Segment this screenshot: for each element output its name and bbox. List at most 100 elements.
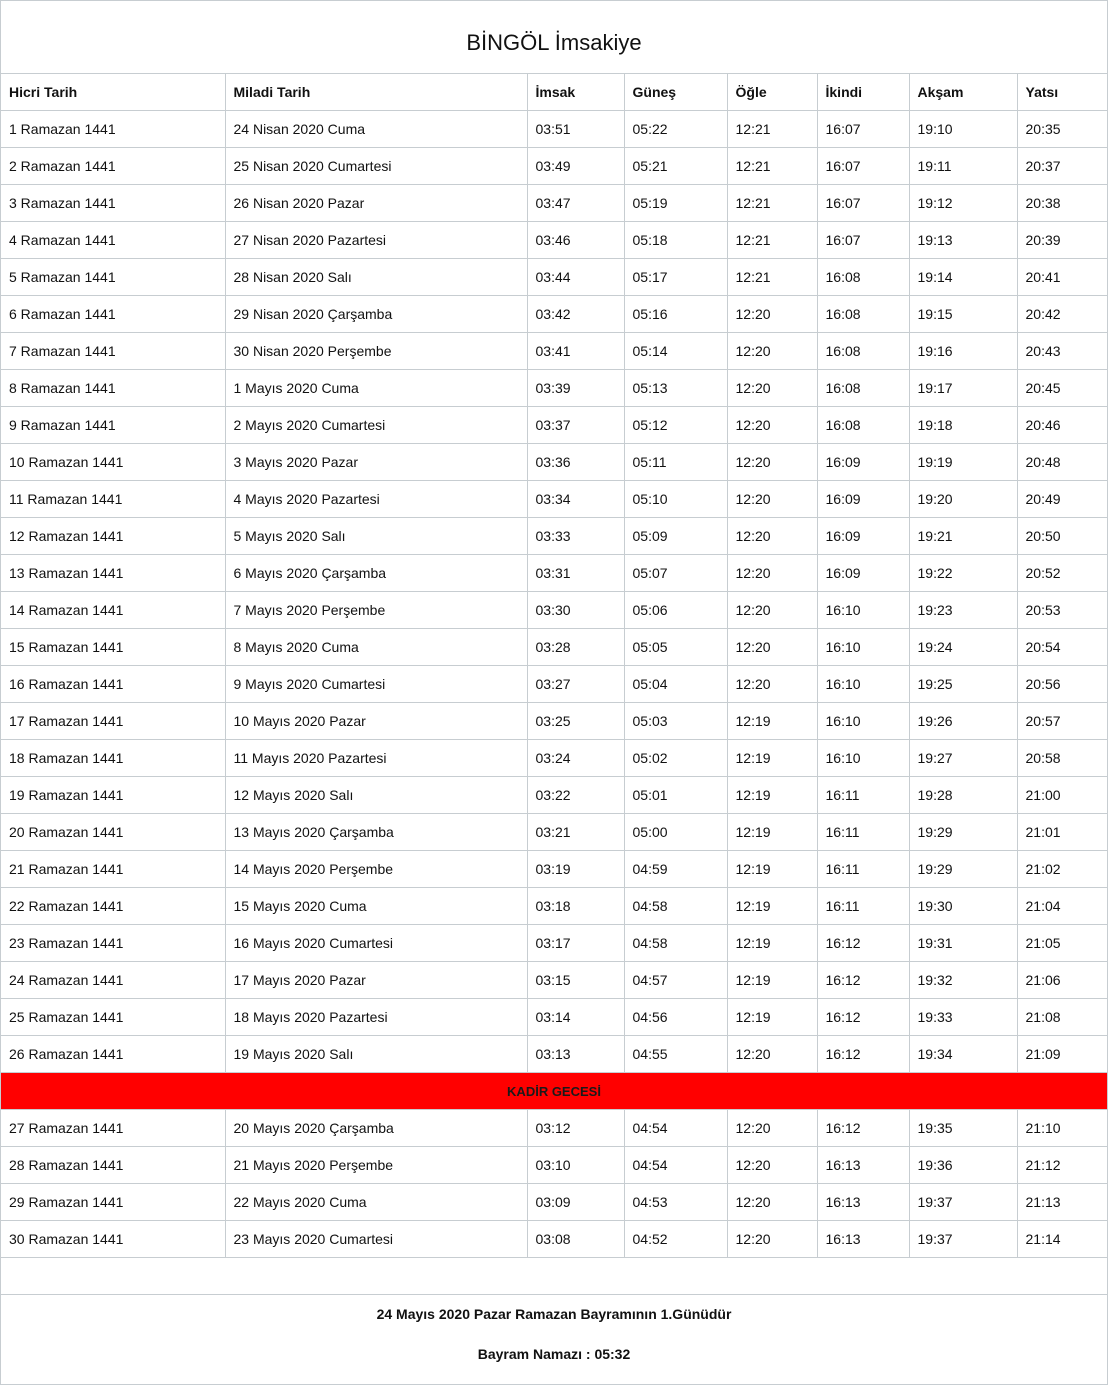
table-cell: 12 Mayıs 2020 Salı — [225, 776, 528, 814]
table-cell: 30 Ramazan 1441 — [1, 1220, 226, 1258]
table-cell: 22 Ramazan 1441 — [1, 887, 226, 925]
table-row: 23 Ramazan 1441 16 Mayıs 2020 Cumartesi 03… — [1, 924, 1107, 962]
table-cell: 1 Ramazan 1441 — [1, 110, 226, 148]
table-cell: 05:09 — [624, 517, 728, 555]
table-cell: 15 Ramazan 1441 — [1, 628, 226, 666]
table-cell: 03:08 — [527, 1220, 625, 1258]
table-cell: 19:25 — [909, 665, 1018, 703]
table-cell: 19:14 — [909, 258, 1018, 296]
table-cell: 11 Mayıs 2020 Pazartesi — [225, 739, 528, 777]
column-header-miladi: Miladi Tarih — [225, 74, 528, 111]
table-cell: 2 Ramazan 1441 — [1, 147, 226, 185]
table-row: 27 Ramazan 1441 20 Mayıs 2020 Çarşamba 03:… — [1, 1109, 1107, 1147]
table-cell: 19:27 — [909, 739, 1018, 777]
table-cell: 04:55 — [624, 1035, 728, 1073]
kadir-gecesi-row: KADİR GECESİ — [1, 1072, 1107, 1110]
table-cell: 23 Mayıs 2020 Cumartesi — [225, 1220, 528, 1258]
table-cell: 19:26 — [909, 702, 1018, 740]
table-cell: 12:21 — [727, 147, 818, 185]
table-cell: 12:20 — [727, 369, 818, 407]
table-cell: 12:20 — [727, 295, 818, 333]
table-cell: 20:45 — [1017, 369, 1107, 407]
table-cell: 03:14 — [527, 998, 625, 1036]
table-cell: 04:53 — [624, 1183, 728, 1221]
table-cell: 21:04 — [1017, 887, 1107, 925]
table-row: 30 Ramazan 1441 23 Mayıs 2020 Cumartesi 03… — [1, 1220, 1107, 1258]
table-cell: 12:21 — [727, 184, 818, 222]
table-cell: 6 Ramazan 1441 — [1, 295, 226, 333]
table-row: 17 Ramazan 1441 10 Mayıs 2020 Pazar 03:25 0… — [1, 702, 1107, 740]
table-cell: 26 Ramazan 1441 — [1, 1035, 226, 1073]
table-cell: 10 Ramazan 1441 — [1, 443, 226, 481]
table-cell: 9 Ramazan 1441 — [1, 406, 226, 444]
table-cell: 12:19 — [727, 850, 818, 888]
table-cell: 16:09 — [817, 443, 910, 481]
table-cell: 16:09 — [817, 517, 910, 555]
table-row: 8 Ramazan 1441 1 Mayıs 2020 Cuma 03:39 05:1… — [1, 369, 1107, 407]
table-cell: 12:19 — [727, 813, 818, 851]
table-cell: 21:10 — [1017, 1109, 1107, 1147]
table-cell: 12:20 — [727, 1183, 818, 1221]
table-cell: 19:33 — [909, 998, 1018, 1036]
table-cell: 19:35 — [909, 1109, 1018, 1147]
table-cell: 16:09 — [817, 554, 910, 592]
table-cell: 16:11 — [817, 776, 910, 814]
table-cell: 28 Ramazan 1441 — [1, 1146, 226, 1184]
table-row: 5 Ramazan 1441 28 Nisan 2020 Salı 03:44 05:… — [1, 258, 1107, 296]
table-row: 28 Ramazan 1441 21 Mayıs 2020 Perşembe 03:… — [1, 1146, 1107, 1184]
table-cell: 05:13 — [624, 369, 728, 407]
table-cell: 16:12 — [817, 1035, 910, 1073]
table-cell: 05:22 — [624, 110, 728, 148]
table-row: 6 Ramazan 1441 29 Nisan 2020 Çarşamba 03:4… — [1, 295, 1107, 333]
table-row: 29 Ramazan 1441 22 Mayıs 2020 Cuma 03:09 04… — [1, 1183, 1107, 1221]
table-cell: 05:16 — [624, 295, 728, 333]
table-cell: 11 Ramazan 1441 — [1, 480, 226, 518]
table-cell: 16:08 — [817, 295, 910, 333]
table-cell: 4 Mayıs 2020 Pazartesi — [225, 480, 528, 518]
table-cell: 19:11 — [909, 147, 1018, 185]
table-cell: 05:11 — [624, 443, 728, 481]
table-cell: 05:14 — [624, 332, 728, 370]
table-cell: 10 Mayıs 2020 Pazar — [225, 702, 528, 740]
table-cell: 16:10 — [817, 665, 910, 703]
table-row: 16 Ramazan 1441 9 Mayıs 2020 Cumartesi 03:… — [1, 665, 1107, 703]
table-row: 7 Ramazan 1441 30 Nisan 2020 Perşembe 03:4… — [1, 332, 1107, 370]
table-cell: 04:58 — [624, 924, 728, 962]
table-cell: 30 Nisan 2020 Perşembe — [225, 332, 528, 370]
table-row: 3 Ramazan 1441 26 Nisan 2020 Pazar 03:47 05… — [1, 184, 1107, 222]
table-row: 13 Ramazan 1441 6 Mayıs 2020 Çarşamba 03:3… — [1, 554, 1107, 592]
table-row: 10 Ramazan 1441 3 Mayıs 2020 Pazar 03:36 05… — [1, 443, 1107, 481]
table-cell: 04:54 — [624, 1109, 728, 1147]
table-cell: 12 Ramazan 1441 — [1, 517, 226, 555]
table-cell: 12:19 — [727, 924, 818, 962]
table-cell: 19:16 — [909, 332, 1018, 370]
table-cell: 12:20 — [727, 1109, 818, 1147]
table-cell: 03:49 — [527, 147, 625, 185]
table-cell: 05:01 — [624, 776, 728, 814]
table-cell: 03:46 — [527, 221, 625, 259]
table-cell: 12:19 — [727, 998, 818, 1036]
table-row: 1 Ramazan 1441 24 Nisan 2020 Cuma 03:51 05:… — [1, 110, 1107, 148]
table-cell: 21:12 — [1017, 1146, 1107, 1184]
table-row: 11 Ramazan 1441 4 Mayıs 2020 Pazartesi 03:… — [1, 480, 1107, 518]
table-cell: 04:57 — [624, 961, 728, 999]
table-cell: 03:36 — [527, 443, 625, 481]
table-cell: 20:42 — [1017, 295, 1107, 333]
table-cell: 20:43 — [1017, 332, 1107, 370]
table-cell: 16:08 — [817, 369, 910, 407]
table-header-row: Hicri Tarih Miladi Tarih İmsak Güneş Öğl… — [1, 74, 1107, 111]
table-cell: 03:51 — [527, 110, 625, 148]
table-cell: 05:06 — [624, 591, 728, 629]
table-cell: 16:12 — [817, 1109, 910, 1147]
table-cell: 03:31 — [527, 554, 625, 592]
table-cell: 19:30 — [909, 887, 1018, 925]
table-cell: 19:20 — [909, 480, 1018, 518]
table-cell: 03:13 — [527, 1035, 625, 1073]
table-cell: 15 Mayıs 2020 Cuma — [225, 887, 528, 925]
table-cell: 16:10 — [817, 739, 910, 777]
table-cell: 18 Mayıs 2020 Pazartesi — [225, 998, 528, 1036]
table-cell: 14 Mayıs 2020 Perşembe — [225, 850, 528, 888]
table-cell: 21:00 — [1017, 776, 1107, 814]
table-cell: 21 Ramazan 1441 — [1, 850, 226, 888]
table-cell: 3 Mayıs 2020 Pazar — [225, 443, 528, 481]
